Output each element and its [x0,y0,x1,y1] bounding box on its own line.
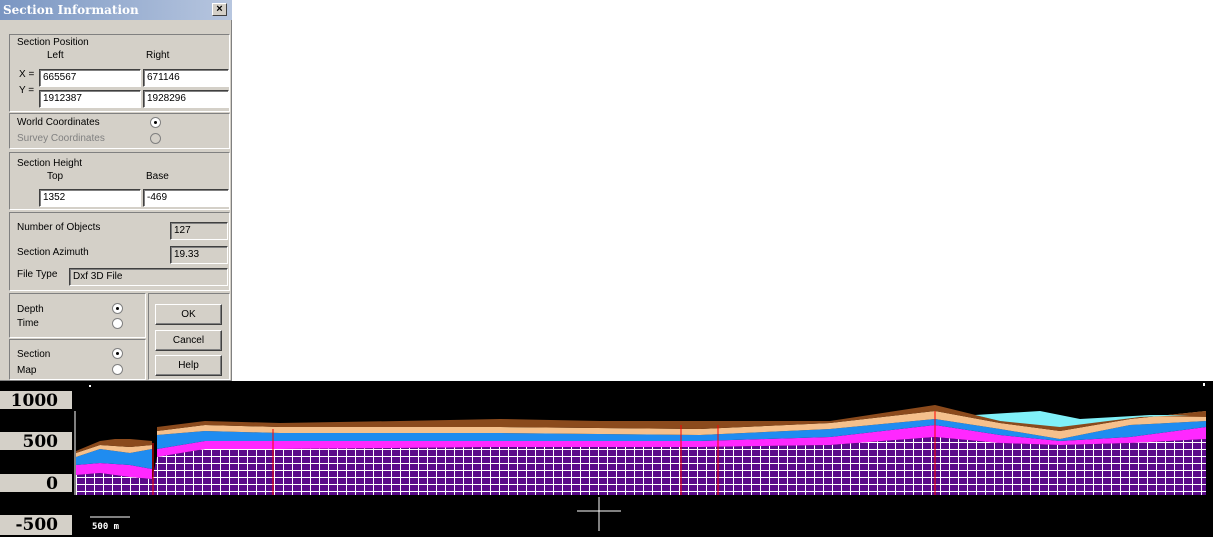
depth-radio[interactable] [112,303,123,314]
x-left-field[interactable]: 665567 [39,69,141,87]
dialog-title: Section Information [3,3,139,17]
scale-bar-label: 500 m [92,522,120,532]
top-header: Top [47,171,64,182]
y-tick-label: 0 [0,474,72,494]
time-radio[interactable] [112,318,123,329]
crosshair-cursor [577,497,621,531]
ok-button[interactable]: OK [155,304,222,325]
section-height-group: Section Height Top Base 1352 -469 [9,152,230,210]
cancel-button[interactable]: Cancel [155,330,222,351]
section-position-label: Section Position [17,37,89,48]
survey-coordinates-radio[interactable] [150,133,161,144]
y-tick-label: -500 [0,515,72,535]
section-position-group: Section Position Left Right X = Y = 6655… [9,34,230,112]
map-label: Map [17,365,37,376]
section-label: Section [17,349,51,360]
close-icon: × [216,3,223,15]
section-radio[interactable] [112,348,123,359]
map-radio[interactable] [112,364,123,375]
corner-marker [1203,383,1205,386]
section-azimuth-value: 19.33 [170,246,228,264]
corner-marker [89,385,91,387]
y-tick-label: 500 [0,432,72,452]
help-button[interactable]: Help [155,355,222,376]
coordinates-group: World Coordinates Survey Coordinates [9,113,230,149]
x-right-field[interactable]: 671146 [143,69,229,87]
left-header: Left [47,50,64,61]
time-label: Time [17,318,39,329]
world-coordinates-radio[interactable] [150,117,161,128]
cross-section-canvas[interactable] [0,381,1213,537]
number-of-objects-value: 127 [170,222,228,240]
x-label: X = [19,69,35,80]
base-field[interactable]: -469 [143,189,229,207]
section-height-label: Section Height [17,158,83,169]
file-type-value: Dxf 3D File [69,268,228,286]
section-view[interactable]: 1000 500 0 -500 500 m [0,381,1213,537]
y-right-field[interactable]: 1928296 [143,90,229,108]
section-information-dialog: Section Information × Section Position L… [0,0,232,381]
domain-group: Depth Time [9,293,146,338]
depth-label: Depth [17,304,44,315]
world-coordinates-label: World Coordinates [17,117,100,128]
base-header: Base [146,171,169,182]
survey-coordinates-label: Survey Coordinates [17,133,105,144]
number-of-objects-label: Number of Objects [17,222,101,233]
view-mode-group: Section Map [9,339,146,380]
y-label: Y = [19,85,35,96]
section-azimuth-label: Section Azimuth [17,247,89,258]
y-left-field[interactable]: 1912387 [39,90,141,108]
file-type-label: File Type [17,269,58,280]
title-bar[interactable]: Section Information × [0,0,232,20]
top-field[interactable]: 1352 [39,189,141,207]
right-header: Right [146,50,170,61]
close-button[interactable]: × [212,3,227,16]
y-tick-label: 1000 [0,391,72,411]
info-group: Number of Objects 127 Section Azimuth 19… [9,212,230,291]
